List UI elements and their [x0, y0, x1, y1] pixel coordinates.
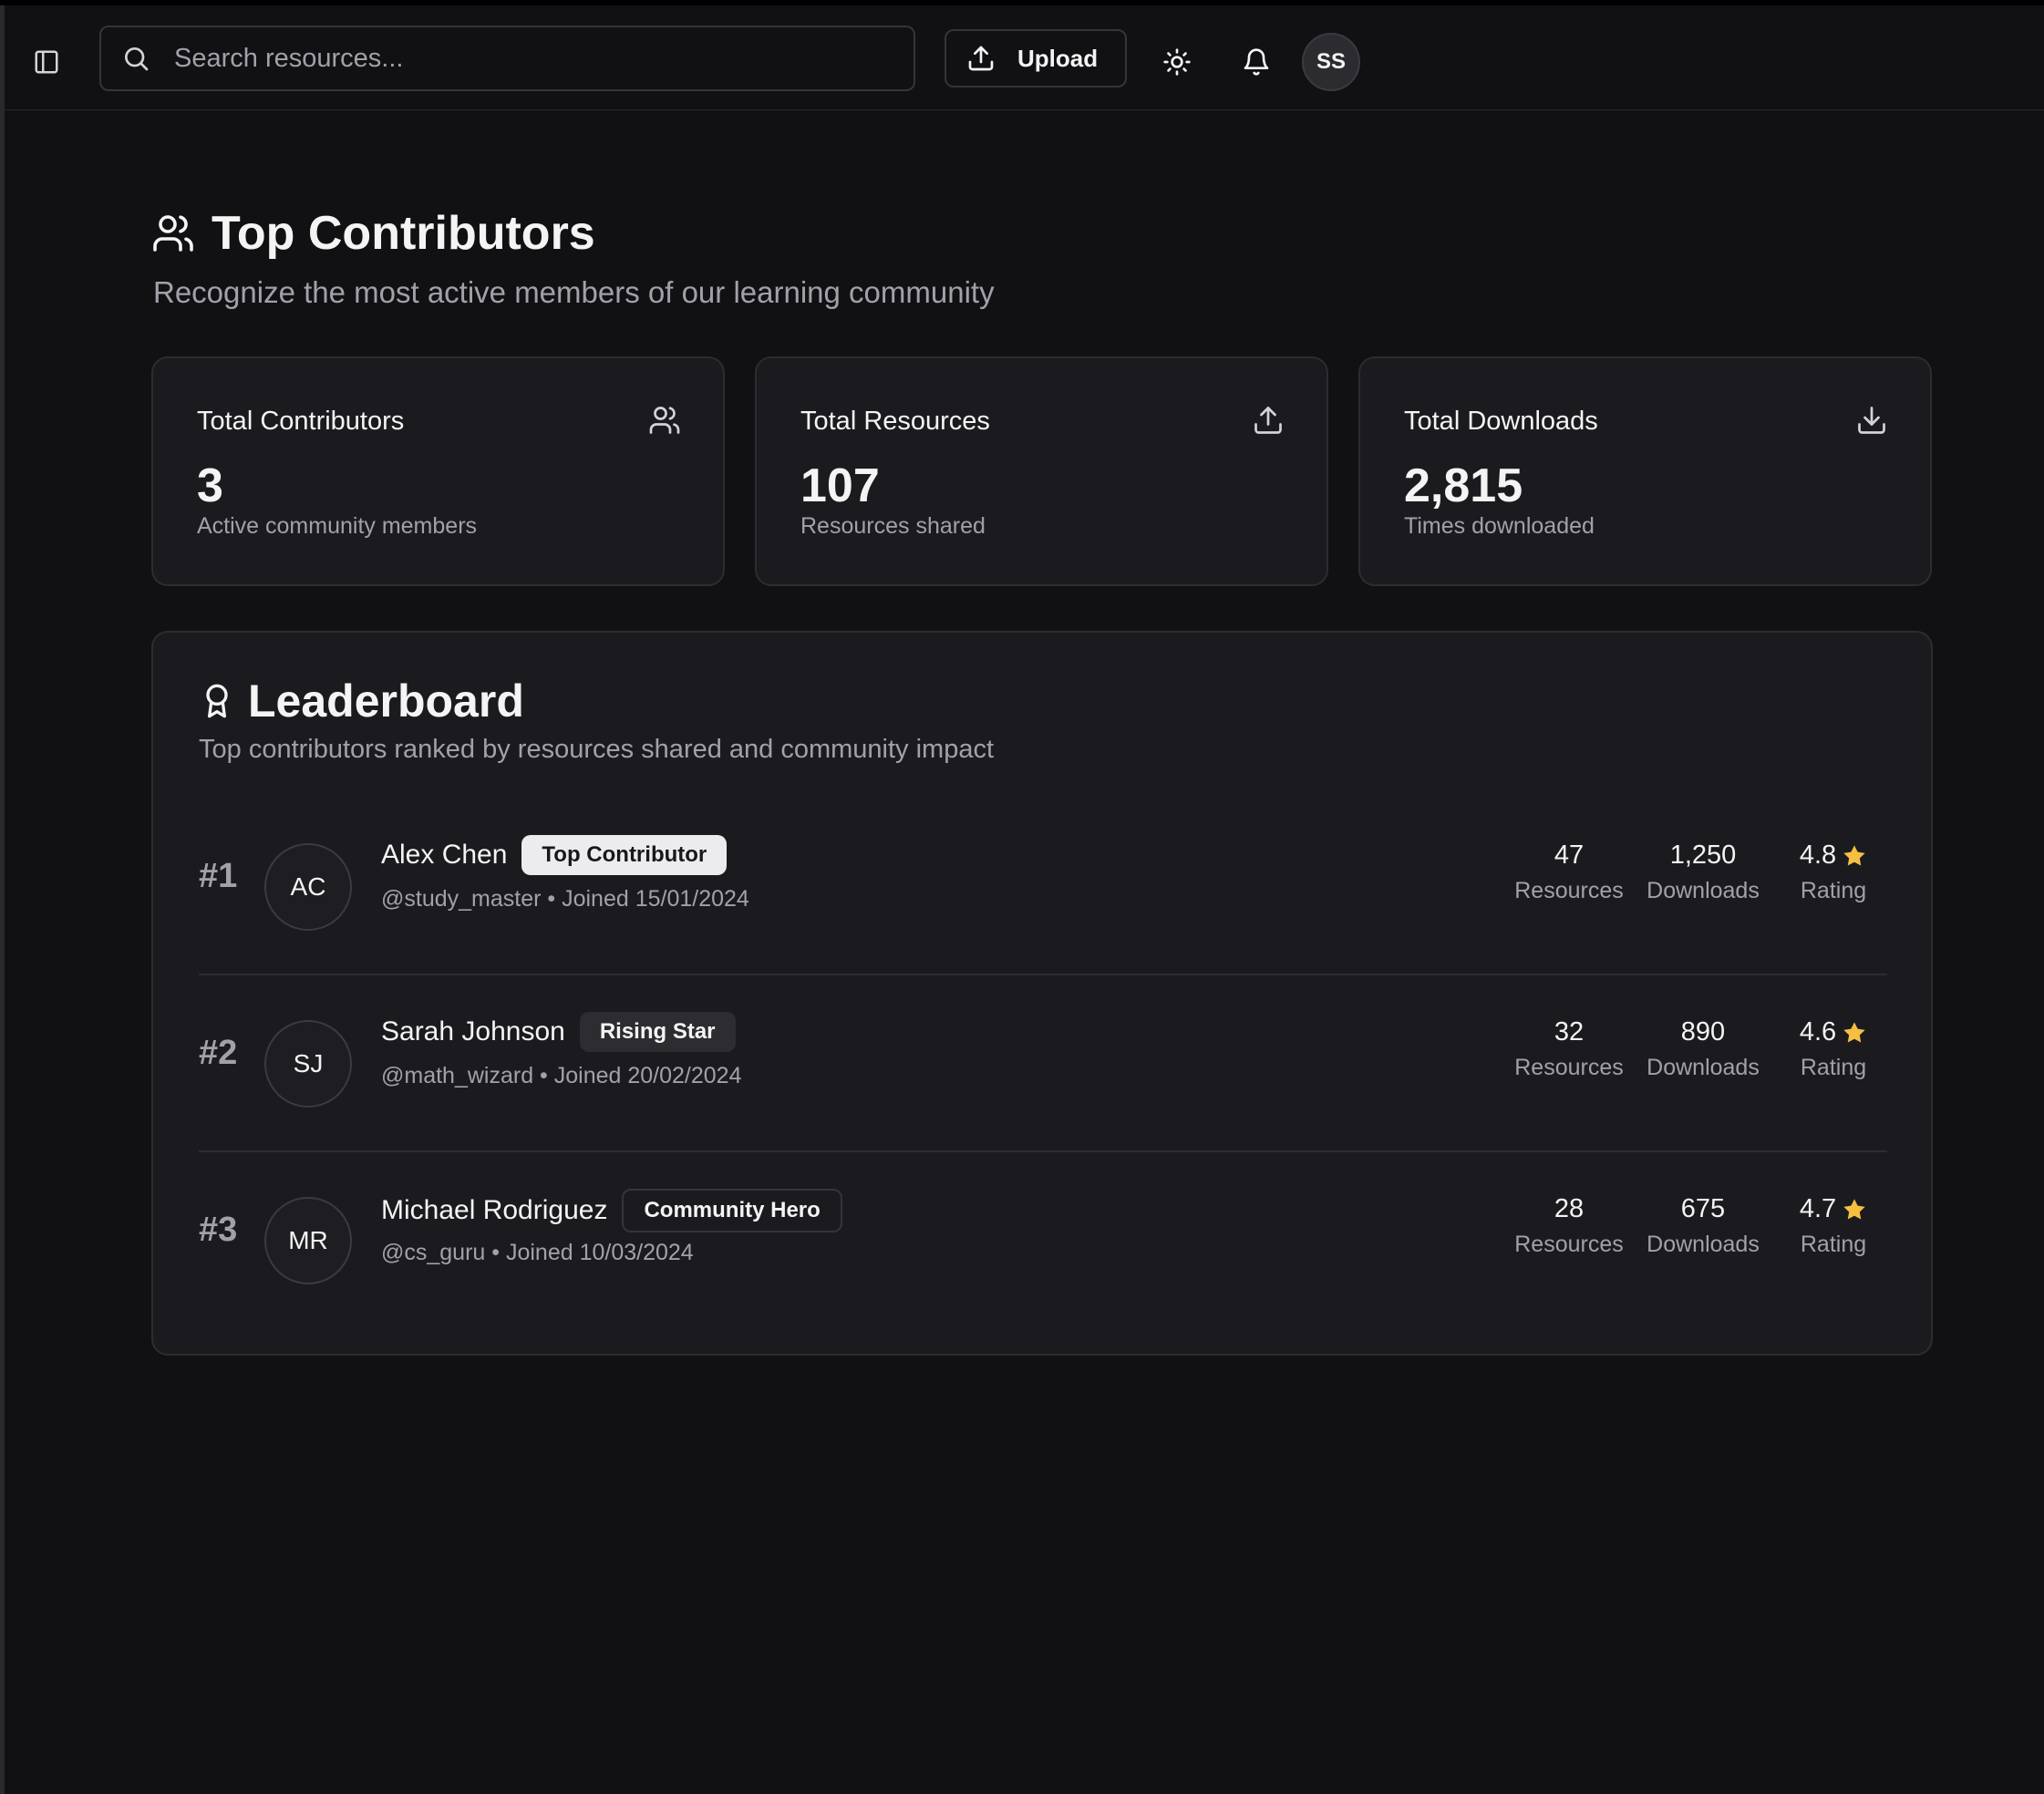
rating-label: Rating: [1800, 1055, 1867, 1080]
stat-card-resources: Total Resources 107 Resources shared: [755, 356, 1328, 586]
leaderboard-title: Leaderboard: [248, 675, 524, 727]
rating-value-line: 4.8: [1780, 840, 1887, 871]
stat-label: Total Downloads: [1404, 407, 1598, 436]
avatar: AC: [264, 843, 352, 931]
contributor-meta: @study_master • Joined 15/01/2024: [381, 886, 749, 912]
contributor-name: Alex Chen: [381, 840, 508, 870]
contributor-meta: @cs_guru • Joined 10/03/2024: [381, 1240, 694, 1265]
stat-description: Resources shared: [800, 513, 986, 539]
upload-icon: [968, 46, 994, 71]
sidebar-icon: [35, 50, 58, 74]
download-icon: [1858, 407, 1885, 434]
stat-description: Active community members: [197, 513, 478, 539]
leaderboard-row[interactable]: #3 MR Michael Rodriguez Community Hero @…: [199, 1152, 1887, 1329]
sun-icon: [1163, 48, 1191, 76]
rating-label: Rating: [1800, 1232, 1867, 1257]
upload-button[interactable]: Upload: [945, 29, 1127, 88]
rating-value-line: 4.6: [1780, 1017, 1887, 1047]
resources-count: 28: [1554, 1194, 1585, 1223]
user-avatar-button[interactable]: SS: [1302, 33, 1360, 91]
downloads-stat: 1,250 Downloads: [1634, 840, 1772, 904]
resources-label: Resources: [1514, 1055, 1624, 1080]
contributor-stats: 47 Resources 1,250 Downloads 4.8 Rating: [1512, 840, 1887, 904]
contributor-badge: Community Hero: [622, 1189, 842, 1232]
resources-stat: 28 Resources: [1512, 1194, 1626, 1258]
rating-stat: 4.7 Rating: [1780, 1194, 1887, 1258]
page-title: Top Contributors: [212, 207, 595, 260]
resources-stat: 32 Resources: [1512, 1017, 1626, 1081]
downloads-label: Downloads: [1647, 1232, 1760, 1257]
resources-label: Resources: [1514, 878, 1624, 903]
leaderboard-subtitle: Top contributors ranked by resources sha…: [199, 735, 995, 764]
stat-label: Total Contributors: [197, 407, 405, 436]
stat-card-contributors: Total Contributors 3 Active community me…: [151, 356, 725, 586]
search-box[interactable]: [99, 26, 915, 91]
stat-value: 3: [197, 459, 223, 512]
contributor-meta: @math_wizard • Joined 20/02/2024: [381, 1063, 742, 1088]
downloads-count: 1,250: [1669, 840, 1737, 870]
upload-label: Upload: [1017, 44, 1099, 72]
contributor-name-line: Michael Rodriguez Community Hero: [381, 1189, 842, 1232]
star-icon: [1843, 1198, 1865, 1219]
stat-label: Total Resources: [800, 407, 990, 436]
theme-toggle-button[interactable]: [1157, 42, 1197, 82]
search-icon: [121, 42, 154, 75]
notifications-button[interactable]: [1236, 42, 1276, 82]
sidebar-toggle-button[interactable]: [30, 46, 63, 78]
contributor-stats: 28 Resources 675 Downloads 4.7 Rating: [1512, 1194, 1887, 1258]
downloads-label: Downloads: [1647, 1055, 1760, 1080]
downloads-label: Downloads: [1647, 878, 1760, 903]
downloads-stat: 890 Downloads: [1634, 1017, 1772, 1081]
bell-icon: [1244, 48, 1269, 76]
downloads-stat: 675 Downloads: [1634, 1194, 1772, 1258]
resources-label: Resources: [1514, 1232, 1624, 1257]
contributor-name-line: Sarah Johnson Rising Star: [381, 1012, 736, 1052]
stat-value: 2,815: [1404, 459, 1523, 512]
rating-label: Rating: [1800, 878, 1867, 903]
downloads-count: 675: [1680, 1194, 1726, 1223]
stat-value: 107: [800, 459, 880, 512]
search-input[interactable]: [174, 27, 914, 89]
users-icon: [649, 407, 680, 434]
leaderboard-title-row: Leaderboard: [199, 675, 524, 727]
window-left-edge: [0, 5, 5, 1794]
leaderboard-row[interactable]: #1 AC Alex Chen Top Contributor @study_m…: [199, 799, 1887, 975]
avatar: MR: [264, 1197, 352, 1284]
upload-icon: [1254, 407, 1282, 434]
contributor-stats: 32 Resources 890 Downloads 4.6 Rating: [1512, 1017, 1887, 1081]
resources-count: 32: [1554, 1017, 1585, 1046]
page-subtitle: Recognize the most active members of our…: [153, 275, 995, 309]
resources-count: 47: [1554, 840, 1585, 870]
leaderboard-card: Leaderboard Top contributors ranked by r…: [151, 631, 1933, 1356]
app-root: Upload SS Top Contributors Recognize the…: [0, 5, 2044, 1794]
contributor-name: Sarah Johnson: [381, 1016, 565, 1046]
downloads-count: 890: [1680, 1017, 1726, 1046]
contributor-name-line: Alex Chen Top Contributor: [381, 835, 728, 875]
avatar: SJ: [264, 1020, 352, 1108]
rank-number: #1: [199, 857, 238, 895]
star-icon: [1843, 844, 1865, 865]
top-header: Upload SS: [5, 5, 2044, 110]
contributor-name: Michael Rodriguez: [381, 1195, 608, 1225]
resources-stat: 47 Resources: [1512, 840, 1626, 904]
rating-value: 4.6: [1799, 1017, 1837, 1046]
rank-number: #3: [199, 1211, 238, 1249]
rating-stat: 4.8 Rating: [1780, 840, 1887, 904]
contributor-badge: Top Contributor: [521, 835, 728, 875]
rating-value-line: 4.7: [1780, 1194, 1887, 1224]
page-title-row: Top Contributors: [151, 206, 595, 261]
users-icon: [153, 215, 193, 252]
stat-description: Times downloaded: [1404, 513, 1595, 539]
award-icon: [206, 684, 228, 718]
rating-value: 4.8: [1799, 840, 1837, 870]
stat-card-downloads: Total Downloads 2,815 Times downloaded: [1358, 356, 1932, 586]
contributor-badge: Rising Star: [579, 1012, 736, 1052]
rank-number: #2: [199, 1034, 238, 1072]
user-initials: SS: [1316, 49, 1346, 74]
rating-stat: 4.6 Rating: [1780, 1017, 1887, 1081]
star-icon: [1843, 1021, 1865, 1042]
rating-value: 4.7: [1799, 1194, 1837, 1223]
leaderboard-row[interactable]: #2 SJ Sarah Johnson Rising Star @math_wi…: [199, 975, 1887, 1152]
